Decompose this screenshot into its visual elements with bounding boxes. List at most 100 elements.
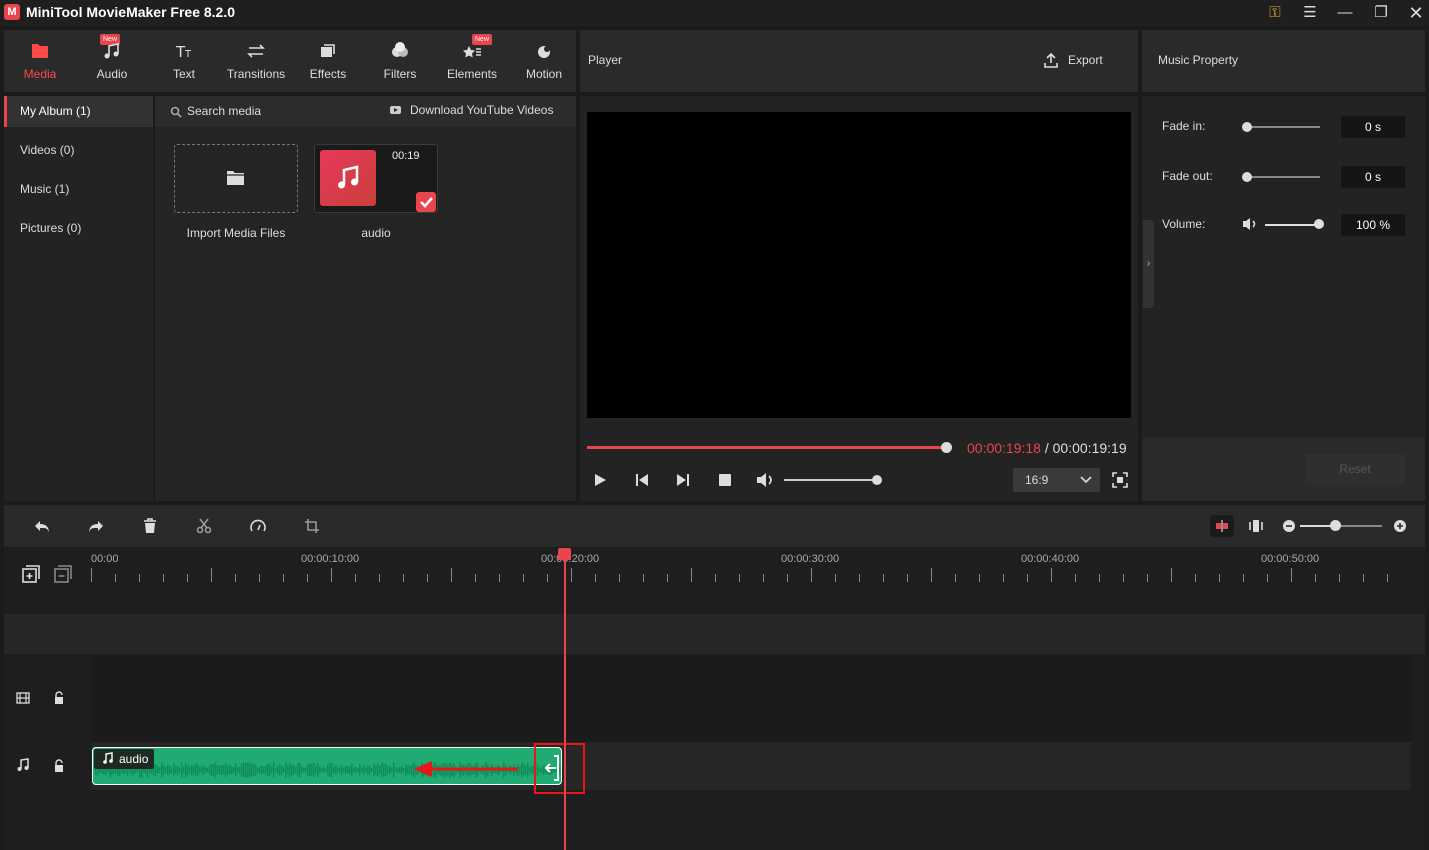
fade-in-value[interactable]: 0 s	[1341, 116, 1405, 138]
tab-elements-label: Elements	[446, 67, 498, 81]
snap-toggle[interactable]	[1210, 515, 1234, 537]
stop-icon[interactable]	[717, 472, 733, 488]
sidebar-item-music[interactable]: Music (1)	[4, 174, 153, 205]
fade-in-slider[interactable]	[1246, 126, 1320, 128]
speed-icon[interactable]	[249, 518, 267, 534]
add-track-icon[interactable]	[22, 565, 40, 583]
playback-progress-bar[interactable]	[587, 446, 947, 449]
zoom-slider[interactable]	[1300, 525, 1382, 527]
play-icon[interactable]	[592, 472, 608, 488]
ruler-label: 00:00:50:00	[1261, 553, 1320, 565]
tab-audio[interactable]: New Audio	[76, 30, 148, 92]
timeline-ruler[interactable]: 00:00 00:00:10:00 00:00:20:00 00:00:30:0…	[91, 548, 1411, 586]
zoom-slider-knob[interactable]	[1330, 520, 1341, 531]
selected-check-icon[interactable]	[416, 192, 436, 212]
import-media-tile[interactable]	[174, 144, 298, 213]
time-separator: /	[1040, 440, 1053, 456]
zoom-in-icon[interactable]	[1393, 519, 1407, 533]
export-button[interactable]: Export	[1068, 53, 1103, 67]
clip-label: audio	[94, 749, 154, 769]
download-youtube-button[interactable]: Download YouTube Videos	[410, 103, 553, 117]
sidebar-item-videos[interactable]: Videos (0)	[4, 135, 153, 166]
playhead-handle[interactable]	[558, 548, 571, 560]
video-track[interactable]	[91, 654, 1411, 742]
tab-filters[interactable]: Filters	[364, 30, 436, 92]
playhead-line	[564, 556, 566, 850]
music-volume-slider[interactable]	[1265, 224, 1321, 226]
music-note-icon	[103, 752, 113, 764]
aspect-ratio-select[interactable]: 16:9	[1013, 468, 1100, 492]
folder-icon	[32, 44, 48, 58]
fullscreen-icon[interactable]	[1112, 472, 1128, 488]
library-sidebar: My Album (1) Videos (0) Music (1) Pictur…	[4, 96, 153, 501]
app-title: MiniTool MovieMaker Free 8.2.0	[26, 4, 236, 20]
next-frame-icon[interactable]	[675, 472, 691, 488]
elements-icon	[463, 46, 481, 58]
music-note-icon	[104, 43, 119, 59]
sidebar-item-pictures[interactable]: Pictures (0)	[4, 213, 153, 244]
ruler-ticks	[91, 568, 1388, 582]
download-icon	[390, 106, 401, 114]
search-input[interactable]: Search media	[187, 104, 261, 118]
tab-transitions[interactable]: Transitions	[220, 30, 292, 92]
highlight-box	[534, 743, 585, 794]
drag-left-arrow	[414, 761, 518, 777]
clip-label-text: audio	[119, 752, 149, 766]
menu-icon[interactable]: ☰	[1297, 2, 1323, 24]
music-volume-slider-knob[interactable]	[1314, 219, 1324, 229]
lock-icon[interactable]	[53, 691, 65, 705]
fit-timeline-icon[interactable]	[1248, 518, 1264, 534]
tab-motion-label: Motion	[525, 67, 563, 81]
delete-icon[interactable]	[142, 518, 158, 534]
key-icon[interactable]: ⚿	[1262, 2, 1288, 24]
tab-text[interactable]: TT Text	[148, 30, 220, 92]
volume-icon[interactable]	[755, 472, 775, 488]
undo-icon[interactable]	[33, 518, 51, 534]
tab-motion[interactable]: Motion	[508, 30, 580, 92]
import-media-label: Import Media Files	[186, 226, 286, 240]
volume-slider[interactable]	[784, 479, 878, 481]
reset-button[interactable]: Reset	[1305, 454, 1405, 485]
property-title: Music Property	[1158, 53, 1239, 67]
export-icon	[1044, 52, 1058, 68]
music-note-icon	[338, 165, 359, 189]
maximize-button[interactable]: ❐	[1368, 2, 1394, 24]
audio-duration: 00:19	[392, 150, 420, 162]
collapse-panel-button[interactable]: ›	[1143, 220, 1154, 308]
tab-filters-label: Filters	[383, 67, 417, 81]
ruler-label: 00:00:10:00	[301, 553, 360, 565]
fade-out-slider-knob[interactable]	[1242, 172, 1252, 182]
video-preview	[587, 112, 1131, 418]
crop-icon[interactable]	[304, 518, 320, 534]
music-volume-value[interactable]: 100 %	[1341, 214, 1405, 236]
effects-icon	[321, 44, 335, 57]
tab-elements[interactable]: New Elements	[436, 30, 508, 92]
split-icon[interactable]	[196, 518, 212, 534]
chevron-down-icon	[1080, 476, 1092, 484]
app-logo: M	[4, 4, 20, 20]
fade-in-slider-knob[interactable]	[1242, 122, 1252, 132]
ruler-label: 00:00:40:00	[1021, 553, 1080, 565]
previous-frame-icon[interactable]	[634, 472, 650, 488]
ruler-label: 00:00:30:00	[781, 553, 840, 565]
player-title: Player	[588, 53, 623, 67]
lock-icon[interactable]	[53, 759, 65, 773]
fade-in-label: Fade in:	[1162, 119, 1206, 133]
close-button[interactable]: ✕	[1403, 2, 1429, 24]
sidebar-item-my-album[interactable]: My Album (1)	[4, 96, 153, 127]
tab-effects[interactable]: Effects	[292, 30, 364, 92]
fade-out-slider[interactable]	[1246, 176, 1320, 178]
motion-icon	[538, 46, 550, 58]
tab-media[interactable]: Media	[4, 30, 76, 92]
minimize-button[interactable]: —	[1332, 2, 1358, 24]
playback-progress-knob[interactable]	[941, 442, 952, 453]
speaker-icon	[1243, 218, 1256, 230]
tab-audio-label: Audio	[96, 67, 128, 81]
redo-icon[interactable]	[87, 518, 105, 534]
text-icon: TT	[175, 43, 192, 61]
volume-slider-knob[interactable]	[872, 475, 882, 485]
fade-out-value[interactable]: 0 s	[1341, 166, 1405, 188]
zoom-out-icon[interactable]	[1282, 519, 1296, 533]
folder-icon	[227, 171, 244, 185]
remove-track-icon[interactable]	[54, 565, 72, 583]
